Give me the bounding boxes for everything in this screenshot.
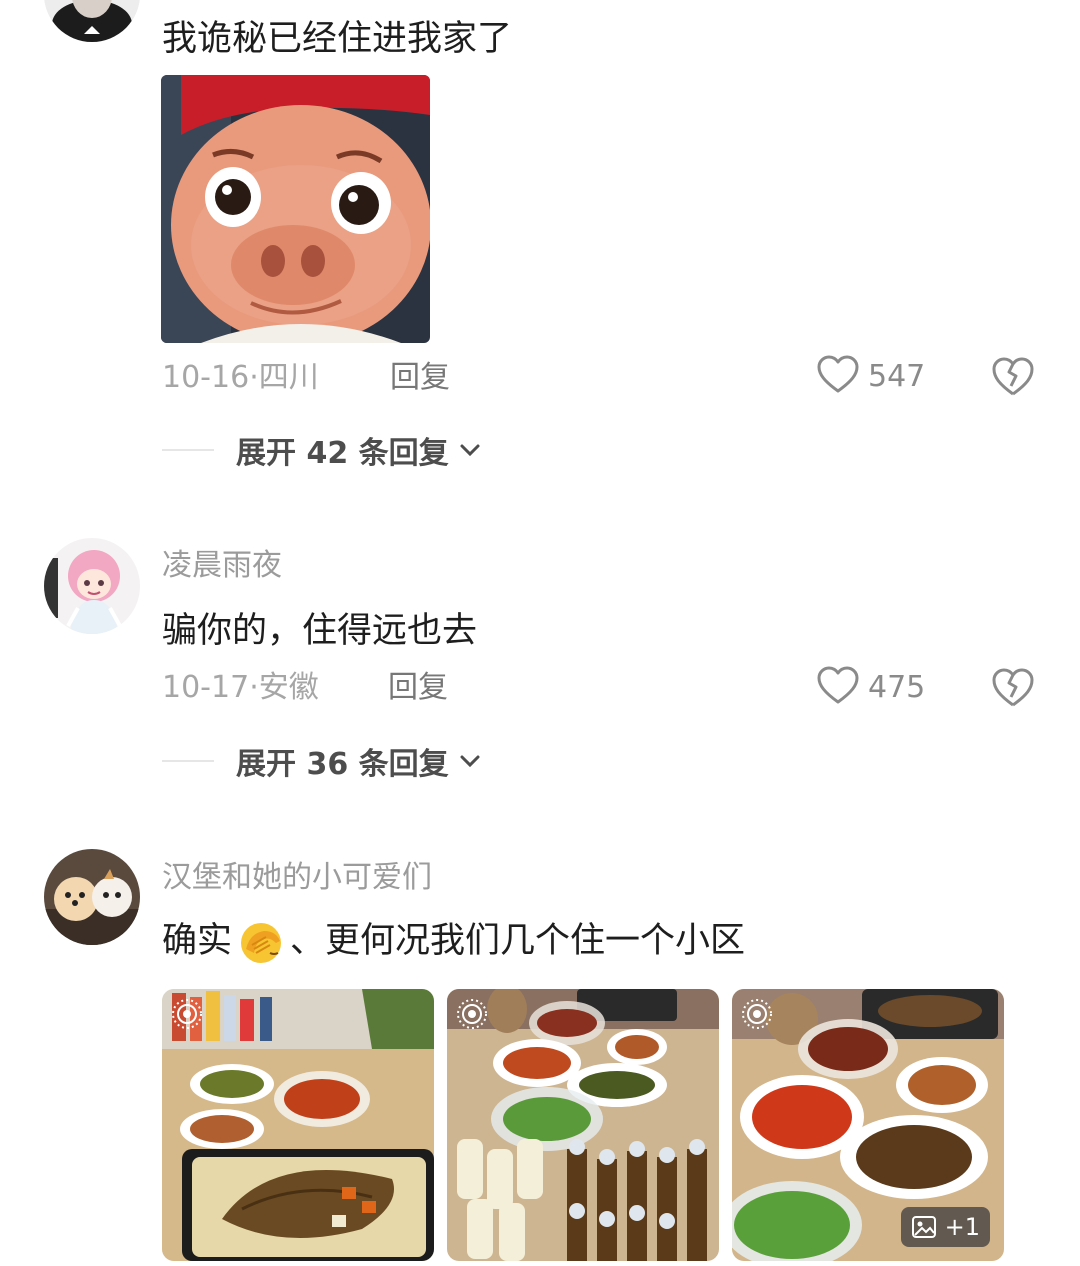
food-photo-fish-table[interactable]	[162, 989, 434, 1261]
live-photo-icon	[455, 997, 489, 1031]
live-photo-icon	[170, 997, 204, 1031]
comment-text-part: 确实	[162, 921, 233, 961]
facepalm-emoji-icon	[236, 919, 286, 965]
more-photos-badge[interactable]: +1	[900, 1207, 990, 1247]
avatar[interactable]	[44, 849, 140, 945]
comment-text-part: 、更何况我们几个住一个小区	[290, 921, 746, 961]
live-photo-icon	[740, 997, 774, 1031]
username[interactable]: 汉堡和她的小可爱们	[162, 852, 432, 896]
food-photo-drinks-table[interactable]	[447, 989, 719, 1261]
comment-3: 汉堡和她的小可爱们 确实 、更何况我们几个住一个小区 +1	[0, 0, 1080, 1266]
more-photos-count: +1	[944, 1213, 980, 1241]
image-icon	[911, 1215, 937, 1239]
food-photo-dishes-table[interactable]: +1	[732, 989, 1004, 1261]
comment-text: 确实 、更何况我们几个住一个小区	[162, 912, 745, 965]
